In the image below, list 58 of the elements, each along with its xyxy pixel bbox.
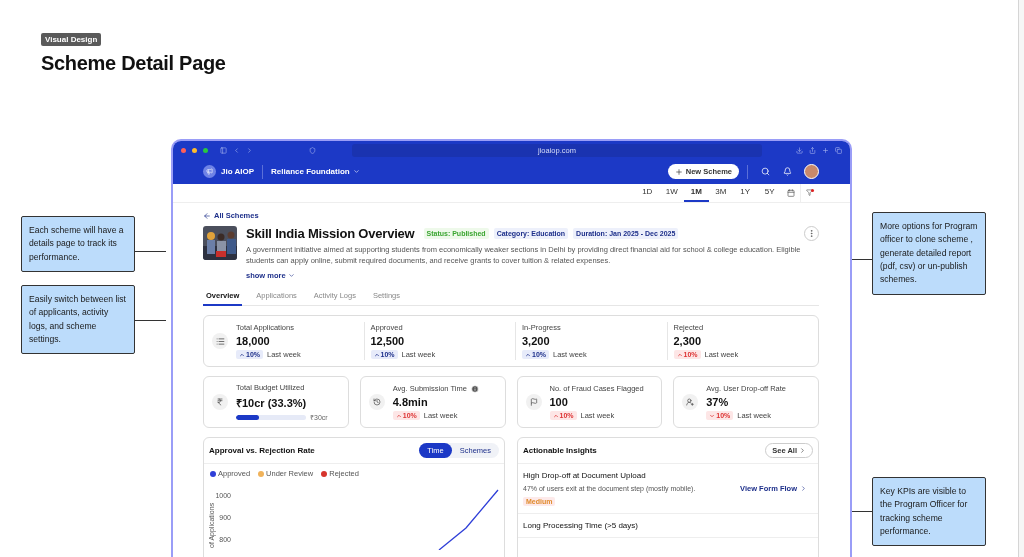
insight-title: Long Processing Time (>5 days) <box>523 521 639 530</box>
chevron-down-icon <box>352 168 360 176</box>
trend-line <box>438 489 499 550</box>
download-icon[interactable] <box>796 147 803 155</box>
brand-name: Jio AIOP <box>221 167 255 177</box>
chevron-down-icon <box>287 272 295 279</box>
kpi-value: 4.8min <box>392 396 429 408</box>
new-tab-icon[interactable] <box>822 147 829 155</box>
bell-icon[interactable] <box>783 167 792 177</box>
search-icon[interactable] <box>761 167 770 177</box>
time-range-tab[interactable]: 3M <box>708 183 733 202</box>
info-icon[interactable] <box>470 384 479 393</box>
annotation-note: Each scheme will have a details page to track its performance. <box>21 216 135 272</box>
forward-icon[interactable] <box>246 147 253 155</box>
scheme-title: Skill India Mission Overview <box>246 226 415 241</box>
time-range-tab[interactable]: 1M <box>684 183 709 202</box>
stat-value: 3,200 <box>522 335 551 347</box>
back-icon[interactable] <box>233 147 240 155</box>
sidebar-icon[interactable] <box>220 147 227 155</box>
list-icon <box>212 333 228 349</box>
rupee-icon <box>212 394 228 410</box>
annotation-note: More options for Program officer to clone scheme , generate detailed report (pdf, csv) or un-publish schemes. <box>872 212 986 295</box>
section-tag: Visual Design <box>41 33 102 46</box>
insight-title: High Drop-off at Document Upload <box>523 471 647 480</box>
arrow-left-icon <box>203 211 211 220</box>
chevron-right-icon <box>799 447 806 454</box>
page-title: Scheme Detail Page <box>41 52 226 75</box>
stat-value: 2,300 <box>673 335 703 347</box>
stat-value: 18,000 <box>236 335 271 347</box>
kebab-icon <box>807 229 816 238</box>
budget-progress-bar <box>236 414 306 420</box>
kpi-value: ₹10cr (33.3%) <box>236 395 308 410</box>
stat-value: 12,500 <box>370 335 406 347</box>
more-options-button[interactable] <box>804 226 819 241</box>
avatar[interactable] <box>804 164 819 180</box>
logo-icon <box>203 165 216 179</box>
chevron-right-icon <box>800 485 807 492</box>
calendar-icon[interactable] <box>787 188 795 197</box>
annotation-note: Easily switch between list of applicants, activity logs, and scheme settings. <box>21 285 135 355</box>
leader-line <box>134 251 166 252</box>
user-plus-icon <box>682 394 699 410</box>
leader-line <box>134 320 166 321</box>
kpi-value: 37% <box>706 396 730 408</box>
plus-icon <box>674 167 683 176</box>
share-icon[interactable] <box>809 147 816 155</box>
time-range-tab[interactable]: 5Y <box>757 183 782 202</box>
time-range-tab[interactable]: 1Y <box>733 183 758 202</box>
shield-icon <box>309 147 316 155</box>
card-title: Approval vs. Rejection Rate <box>209 446 315 455</box>
card-title: Actionable Insights <box>523 446 597 455</box>
history-icon <box>368 394 385 410</box>
time-range-tab[interactable]: 1W <box>659 183 684 202</box>
organization-dropdown[interactable]: Reliance Foundation <box>271 167 360 177</box>
flag-icon <box>525 394 542 410</box>
annotation-note: Key KPIs are visible to the Program Officer for tracking scheme performance. <box>872 477 986 547</box>
tabs-icon[interactable] <box>835 147 842 155</box>
time-range-tab[interactable]: 1D <box>635 183 660 202</box>
kpi-value: 100 <box>549 396 569 408</box>
